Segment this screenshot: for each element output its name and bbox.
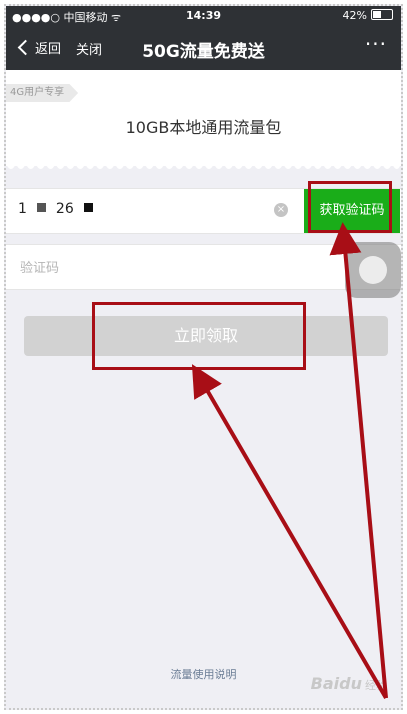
user-tag-badge: 4G用户专享 bbox=[6, 84, 79, 102]
redaction-mark bbox=[83, 203, 93, 212]
back-label: 返回 bbox=[35, 42, 62, 57]
watermark-sub: 经验 bbox=[365, 679, 387, 692]
package-card: 4G用户专享 10GB本地通用流量包 bbox=[6, 70, 401, 169]
watermark-brand: Baidu bbox=[310, 674, 362, 693]
battery-indicator: 42% bbox=[343, 9, 393, 22]
phone-prefix: 1 bbox=[18, 201, 27, 217]
redaction-mark bbox=[36, 203, 46, 212]
page-title: 50G流量免费送 bbox=[142, 42, 265, 62]
close-button[interactable]: 关闭 bbox=[76, 39, 102, 58]
highlight-box-get-code bbox=[308, 181, 392, 233]
phone-number-value: 1 26 bbox=[18, 201, 103, 217]
highlight-box-claim bbox=[92, 302, 306, 370]
assistive-touch-button[interactable] bbox=[345, 242, 401, 298]
package-name: 10GB本地通用流量包 bbox=[125, 118, 282, 137]
back-button[interactable]: 返回 bbox=[17, 38, 62, 57]
card-wave-edge bbox=[6, 164, 401, 169]
battery-percent: 42% bbox=[342, 9, 367, 22]
status-bar: ●●●●○ 中国移动 ᯤ 14:39 42% bbox=[6, 6, 401, 26]
phone-middle: 26 bbox=[55, 201, 74, 217]
battery-icon bbox=[371, 9, 393, 20]
verification-code-input[interactable] bbox=[18, 253, 322, 283]
nav-bar: 返回 关闭 50G流量免费送 ··· bbox=[6, 26, 401, 70]
arrow-to-get-code bbox=[329, 222, 388, 699]
chevron-left-icon bbox=[17, 39, 34, 56]
arrow-to-claim bbox=[191, 364, 388, 700]
verification-code-row bbox=[6, 244, 401, 290]
screenshot-frame: ●●●●○ 中国移动 ᯤ 14:39 42% 返回 关闭 50G流量免费送 ··… bbox=[4, 4, 403, 710]
more-options-button[interactable]: ··· bbox=[365, 32, 387, 56]
clear-input-icon[interactable]: × bbox=[274, 203, 288, 217]
baidu-watermark: Baidu 经验 bbox=[311, 674, 387, 693]
